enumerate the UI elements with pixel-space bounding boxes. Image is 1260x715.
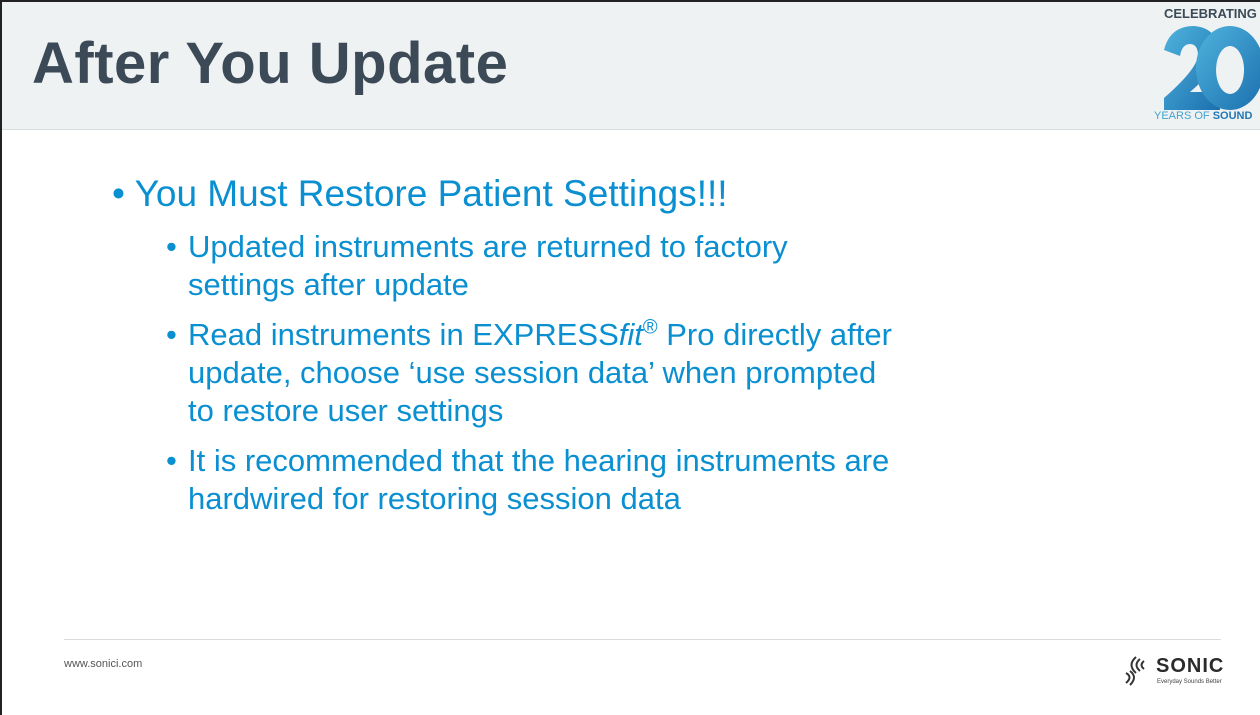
sub-bullet-1-line-2: settings after update <box>188 267 469 302</box>
bullet-dot: • <box>166 317 177 352</box>
main-bullet: • You Must Restore Patient Settings!!! <box>112 173 728 214</box>
sound-waves-icon <box>1125 656 1145 686</box>
sub-bullet-2-line-3: to restore user settings <box>188 393 504 428</box>
sub-bullet-2-line-1: Read instruments in EXPRESSfit® Pro dire… <box>188 316 892 352</box>
sonic-logo: SONIC Everyday Sounds Better <box>1122 653 1232 693</box>
slide: After You Update CELEBRATING 20 YEARS OF… <box>0 0 1260 715</box>
sub-bullet-3-line-1: It is recommended that the hearing instr… <box>188 443 890 478</box>
main-bullet-text: You Must Restore Patient Settings!!! <box>134 173 728 214</box>
footer-url: www.sonici.com <box>64 658 143 670</box>
sub-bullet-1-line-1: Updated instruments are returned to fact… <box>188 229 788 264</box>
badge-top-text: CELEBRATING <box>1164 6 1257 21</box>
sub-bullet-3-line-2: hardwired for restoring session data <box>188 481 681 516</box>
celebrating-20-years-badge: CELEBRATING 20 YEARS OF SOUND <box>1154 6 1260 128</box>
bullet-dot: • <box>166 443 177 478</box>
bullet-dot: • <box>166 229 177 264</box>
slide-title: After You Update <box>32 31 509 96</box>
badge-bottom-text: YEARS OF SOUND <box>1154 110 1253 122</box>
sonic-tagline: Everyday Sounds Better <box>1157 679 1222 685</box>
title-band: After You Update CELEBRATING 20 YEARS OF… <box>2 2 1260 130</box>
badge-number-graphic: 20 <box>1164 26 1260 110</box>
sonic-wordmark: SONIC <box>1156 655 1225 677</box>
sub-bullet-2-line-2: update, choose ‘use session data’ when p… <box>188 355 877 390</box>
footer-divider <box>64 639 1221 640</box>
